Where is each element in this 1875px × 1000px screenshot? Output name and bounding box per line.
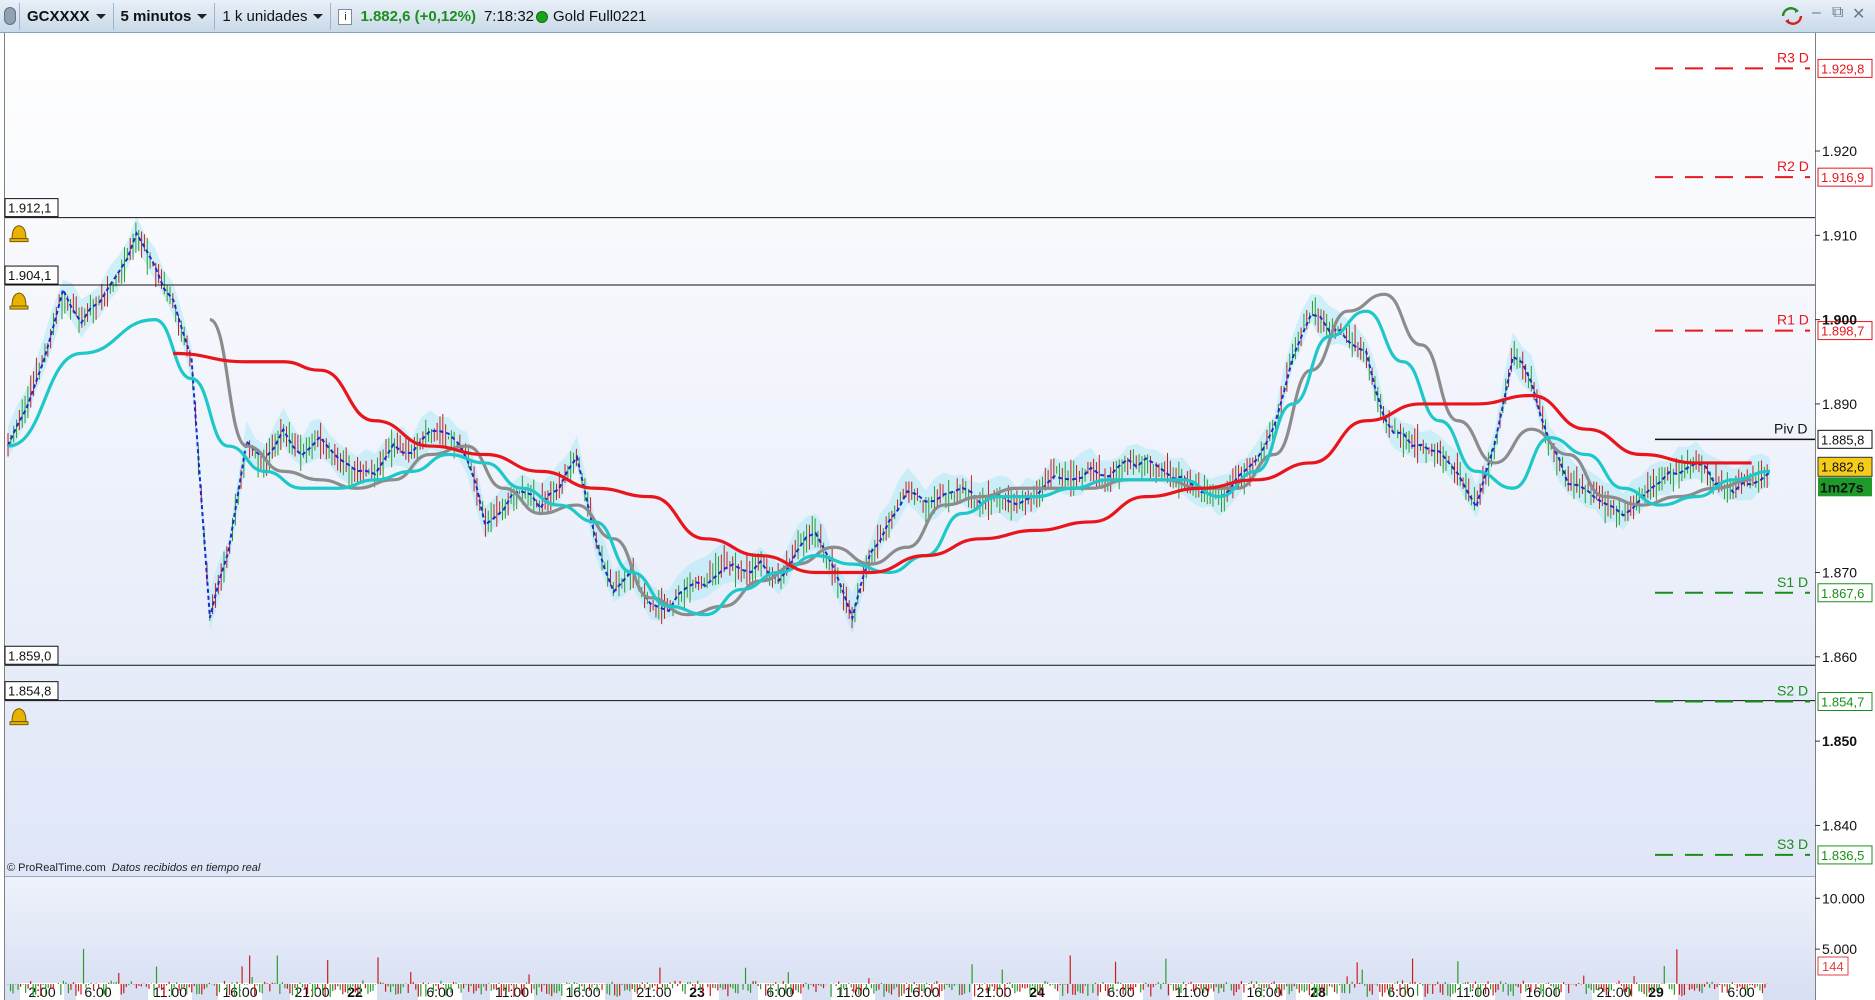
pivot-name: R2 D	[1777, 158, 1809, 174]
chevron-down-icon	[95, 14, 106, 19]
x-tick-label: 21:00	[976, 984, 1011, 1000]
pivot-value: 1.836,5	[1821, 848, 1864, 863]
x-tick-label: 6:00	[426, 984, 453, 1000]
alert-label: 1.859,0	[8, 648, 51, 663]
alert-label: 1.854,8	[8, 684, 51, 699]
chart-toolbar: GCXXXX 5 minutos 1 k unidades i 1.882,6 …	[0, 0, 1875, 33]
symbol-selector[interactable]: GCXXXX	[20, 3, 114, 30]
price-chart[interactable]: 1.912,1 1.904,1 1.859,0 1.854,8 R3 D 1.929,8 R…	[0, 33, 1875, 1000]
y-tick-label: 1.910	[1822, 227, 1857, 243]
quote-info: i 1.882,6 (+0,12%) 7:18:32 Gold Full0221	[331, 3, 653, 30]
pivot-value: 1.929,8	[1821, 61, 1864, 76]
instrument-name: Gold Full0221	[553, 8, 647, 25]
last-price-label: 1.882,6	[1821, 459, 1864, 474]
volume-tick-label: 5.000	[1822, 941, 1857, 957]
last-price-change: 1.882,6 (+0,12%)	[360, 8, 476, 25]
pivot-point-name: Piv D	[1774, 420, 1807, 436]
y-tick-label: 1.900	[1822, 312, 1857, 328]
info-icon[interactable]: i	[338, 8, 353, 25]
units-selector[interactable]: 1 k unidades	[215, 3, 332, 30]
pivot-name: S2 D	[1777, 682, 1808, 698]
minimize-button[interactable]: –	[1812, 4, 1821, 22]
status-dot-icon	[536, 10, 548, 23]
chevron-down-icon	[313, 14, 324, 19]
alert-label: 1.904,1	[8, 268, 51, 283]
x-tick-label: 16:00	[565, 984, 600, 1000]
y-tick-label: 1.850	[1822, 733, 1857, 749]
units-label: 1 k unidades	[222, 8, 308, 25]
x-tick-label: 2:00	[28, 984, 55, 1000]
candle-timer: 1m27s	[1820, 479, 1864, 495]
x-tick-label: 21:00	[636, 984, 671, 1000]
close-button[interactable]: ✕	[1852, 4, 1865, 24]
x-tick-label: 6:00	[1727, 984, 1754, 1000]
x-tick-label: 29	[1648, 984, 1664, 1000]
chevron-down-icon	[197, 14, 208, 19]
price-pane[interactable]	[5, 33, 1815, 876]
y-tick-label: 1.840	[1822, 817, 1857, 833]
y-tick-label: 1.920	[1822, 143, 1857, 159]
pivot-name: R3 D	[1777, 49, 1809, 65]
quote-time: 7:18:32	[483, 8, 534, 25]
grip-icon	[3, 7, 16, 25]
pivot-name: R1 D	[1777, 312, 1809, 328]
x-tick-label: 6:00	[1387, 984, 1414, 1000]
volume-tick-label: 10.000	[1822, 890, 1865, 906]
drag-handle[interactable]	[0, 2, 20, 30]
pivot-name: S3 D	[1777, 836, 1808, 852]
volume-pane[interactable]	[5, 877, 1815, 1000]
x-tick-label: 28	[1310, 984, 1326, 1000]
sync-icon[interactable]	[1779, 5, 1805, 27]
pivot-name: S1 D	[1777, 574, 1808, 590]
y-tick-label: 1.890	[1822, 396, 1857, 412]
volume-last-label: 144	[1822, 959, 1844, 974]
pivot-point-value: 1.885,8	[1821, 432, 1864, 447]
symbol-label: GCXXXX	[27, 8, 90, 25]
pivot-value: 1.867,6	[1821, 586, 1864, 601]
timeframe-label: 5 minutos	[120, 8, 192, 25]
y-tick-label: 1.860	[1822, 649, 1857, 665]
alert-label: 1.912,1	[8, 201, 51, 216]
pivot-value: 1.916,9	[1821, 170, 1864, 185]
restore-button[interactable]: ⧉	[1832, 4, 1843, 22]
y-tick-label: 1.870	[1822, 565, 1857, 581]
pivot-value: 1.854,7	[1821, 694, 1864, 709]
copyright-note: © ProRealTime.com Datos recibidos en tiem…	[7, 862, 261, 874]
timeframe-selector[interactable]: 5 minutos	[114, 3, 216, 30]
